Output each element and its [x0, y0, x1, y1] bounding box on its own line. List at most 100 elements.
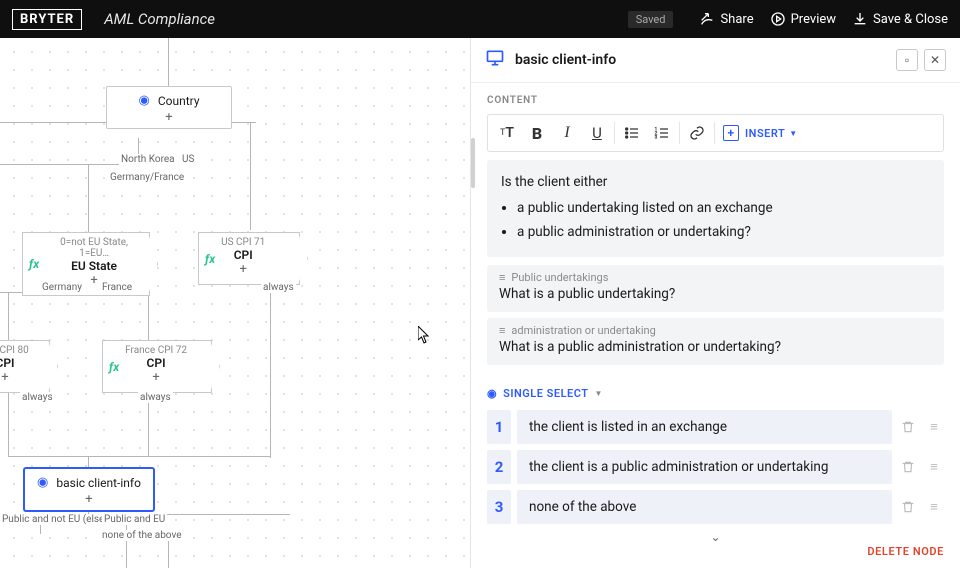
disclosure-block[interactable]: ≡ Public undertakings What is a public u…	[487, 265, 944, 312]
panel-title: basic client-info	[515, 52, 616, 68]
drag-handle-icon[interactable]: ≡	[924, 459, 944, 475]
content-lead: Is the client either	[501, 172, 930, 192]
node-line1: US CPI 71	[221, 237, 265, 248]
insert-label: INSERT	[745, 127, 785, 140]
target-icon: ◉	[138, 93, 149, 108]
option-text[interactable]: none of the above	[517, 490, 892, 524]
node-us-cpi[interactable]: ƒx US CPI 71 CPI +	[198, 232, 300, 285]
insert-button[interactable]: + INSERT ▼	[717, 125, 804, 141]
node-line2: CPI	[221, 248, 265, 262]
editor-toolbar: TT B I U 123 + INSERT ▼	[487, 114, 944, 152]
disclosure-body: What is a public administration or under…	[487, 339, 944, 365]
chevron-down-icon: ▼	[595, 389, 603, 398]
node-line2: CPI	[0, 356, 43, 370]
node-line1: France CPI 72	[125, 345, 187, 356]
plus-icon[interactable]: +	[0, 370, 43, 388]
single-select-label: SINGLE SELECT	[503, 387, 588, 400]
fx-icon: ƒx	[109, 360, 119, 374]
delete-node-button[interactable]: DELETE NODE	[867, 545, 944, 558]
preview-label: Preview	[791, 12, 836, 27]
edge-label: always	[138, 392, 173, 403]
preview-button[interactable]: Preview	[770, 11, 836, 27]
share-button[interactable]: Share	[699, 11, 753, 27]
plus-icon[interactable]: +	[107, 110, 231, 128]
node-france-cpi[interactable]: ƒx France CPI 72 CPI +	[102, 340, 212, 393]
disclosure-block[interactable]: ≡ administration or undertaking What is …	[487, 318, 944, 365]
option-number: 3	[487, 490, 511, 524]
bullet-list-button[interactable]	[617, 119, 647, 147]
italic-button[interactable]: I	[552, 119, 582, 147]
text-size-button[interactable]: TT	[492, 119, 522, 147]
edge-label: North Korea	[119, 154, 177, 165]
option-row[interactable]: 3 none of the above ≡	[487, 490, 944, 524]
underline-button[interactable]: U	[582, 119, 612, 147]
paragraph-icon: ≡	[499, 271, 505, 284]
download-icon	[852, 11, 868, 27]
node-title: basic client-info	[56, 476, 141, 490]
edge-label: Public and not EU (else)	[0, 514, 110, 525]
trash-icon[interactable]	[898, 500, 918, 514]
drag-handle-icon[interactable]: ≡	[924, 419, 944, 435]
node-line1: 0=not EU State, 1=EU…	[45, 237, 143, 259]
panel-header: basic client-info ▫ ✕	[471, 38, 960, 83]
edge-label: France	[100, 282, 134, 293]
radio-icon: ◉	[487, 387, 497, 400]
saved-indicator: Saved	[628, 11, 674, 28]
save-close-label: Save & Close	[873, 12, 948, 27]
content-editor[interactable]: Is the client either a public undertakin…	[487, 160, 944, 257]
edge-label: US	[180, 154, 196, 165]
drag-handle-icon[interactable]: ≡	[924, 499, 944, 515]
app-header: BRYTER AML Compliance Saved Share Previe…	[0, 0, 960, 38]
fx-icon: ƒx	[29, 257, 39, 271]
chevron-down-icon: ▼	[789, 129, 797, 138]
target-icon: ◉	[37, 475, 48, 490]
edge-label: Germany	[40, 282, 84, 293]
option-row[interactable]: 1 the client is listed in an exchange ≡	[487, 410, 944, 444]
minimize-button[interactable]: ▫	[896, 49, 918, 71]
share-label: Share	[720, 12, 753, 27]
flow-canvas[interactable]: ◉ Country + North Korea US Germany/Franc…	[0, 38, 470, 568]
option-number: 1	[487, 410, 511, 444]
node-line1: any CPI 80	[0, 345, 43, 356]
plus-icon[interactable]: +	[125, 370, 187, 388]
plus-icon[interactable]: +	[221, 262, 265, 280]
plus-icon[interactable]: +	[25, 492, 153, 510]
edge-label: none of the above	[100, 530, 184, 541]
bold-button[interactable]: B	[522, 119, 552, 147]
play-circle-icon	[770, 11, 786, 27]
edge-label: Public and EU	[102, 514, 167, 525]
node-line2: EU State	[45, 259, 143, 273]
expand-chevron[interactable]: ⌄	[487, 530, 944, 544]
fx-icon: ƒx	[205, 252, 215, 266]
monitor-icon	[485, 48, 505, 72]
option-text[interactable]: the client is listed in an exchange	[517, 410, 892, 444]
paragraph-icon: ≡	[499, 324, 505, 337]
node-country[interactable]: ◉ Country +	[106, 86, 232, 129]
option-number: 2	[487, 450, 511, 484]
logo: BRYTER	[12, 9, 82, 30]
trash-icon[interactable]	[898, 460, 918, 474]
node-line2: CPI	[125, 356, 187, 370]
option-text[interactable]: the client is a public administration or…	[517, 450, 892, 484]
svg-text:3: 3	[655, 134, 658, 140]
disclosure-body: What is a public undertaking?	[487, 286, 944, 312]
disclosure-label: administration or undertaking	[511, 324, 655, 337]
edge-label: always	[261, 282, 296, 293]
section-content-label: CONTENT	[487, 95, 944, 106]
node-country-title: Country	[158, 94, 200, 108]
share-icon	[699, 11, 715, 27]
ordered-list-button[interactable]: 123	[647, 119, 677, 147]
close-button[interactable]: ✕	[924, 49, 946, 71]
single-select-header[interactable]: ◉ SINGLE SELECT ▼	[487, 387, 944, 400]
panel-splitter[interactable]	[471, 138, 475, 188]
node-basic-client-info[interactable]: ◉ basic client-info +	[24, 468, 154, 511]
content-bullet: a public administration or undertaking?	[517, 222, 930, 242]
disclosure-label: Public undertakings	[511, 271, 608, 284]
save-close-button[interactable]: Save & Close	[852, 11, 948, 27]
link-button[interactable]	[682, 119, 712, 147]
trash-icon[interactable]	[898, 420, 918, 434]
node-any-cpi[interactable]: any CPI 80 CPI +	[0, 340, 50, 393]
content-bullet: a public undertaking listed on an exchan…	[517, 198, 930, 218]
option-row[interactable]: 2 the client is a public administration …	[487, 450, 944, 484]
edge-label: Germany/France	[108, 172, 186, 183]
